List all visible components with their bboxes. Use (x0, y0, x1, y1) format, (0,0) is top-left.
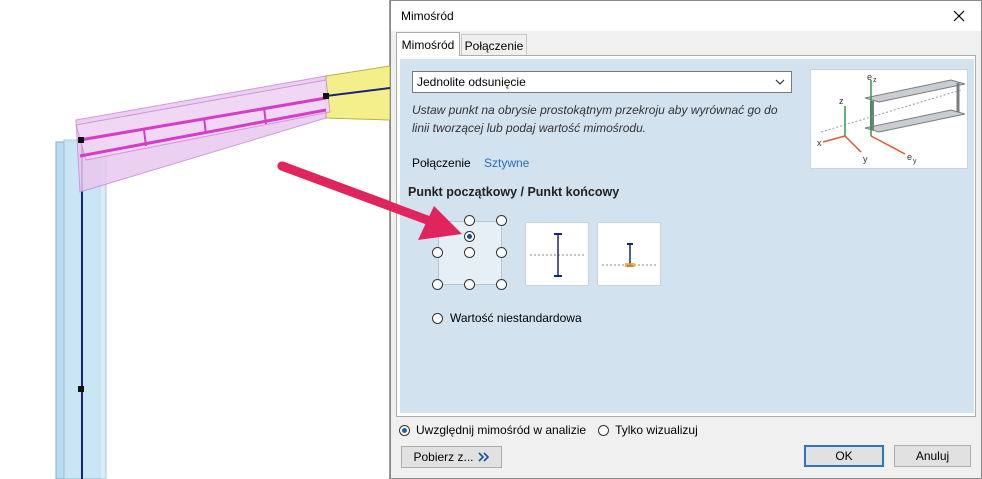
connection-label: Połączenie (412, 156, 471, 170)
tab-mimosrod[interactable]: Mimośród (396, 32, 460, 56)
preset-centroid-thumbnail[interactable] (525, 222, 589, 286)
get-from-label: Pobierz z... (413, 450, 474, 464)
hint-text: Ustaw punkt na obrysie prostokątnym prze… (412, 103, 778, 135)
section-title: Punkt początkowy / Punkt końcowy (408, 185, 620, 199)
cancel-button[interactable]: Anuluj (894, 445, 971, 467)
axis-label: z (839, 96, 844, 106)
ref-point-center[interactable] (464, 247, 475, 258)
eccentricity-illustration: x y z e z e y (810, 69, 968, 169)
offset-type-select[interactable]: Jednolite odsunięcie (412, 71, 792, 93)
double-chevron-right-icon (477, 452, 489, 462)
visualize-only-radio[interactable] (598, 424, 610, 436)
custom-value-radio[interactable] (432, 312, 443, 324)
axis-label: x (817, 138, 822, 148)
i-section-icon (530, 233, 586, 277)
ok-button[interactable]: OK (804, 445, 884, 467)
title-bar[interactable]: Mimośród (391, 1, 981, 31)
ref-point-bottom-left[interactable] (432, 279, 443, 290)
axis-label: e (867, 72, 872, 82)
ref-point-bottom-right[interactable] (496, 279, 507, 290)
close-button[interactable] (937, 1, 981, 31)
ref-point-upper-center[interactable] (464, 231, 475, 242)
tab-polaczenie[interactable]: Połączenie (461, 34, 527, 56)
axis-label: e (907, 152, 912, 162)
model-viewport[interactable] (0, 0, 390, 479)
structure-drawing (55, 65, 390, 479)
ref-point-middle-left[interactable] (432, 247, 443, 258)
dialog-title: Mimośród (401, 9, 454, 23)
beam-axes-icon: x y z e z e y (817, 72, 966, 165)
axis-label: y (863, 154, 868, 164)
ref-point-middle-right[interactable] (496, 247, 507, 258)
i-section-offset-icon (602, 243, 658, 267)
offset-type-value: Jednolite odsunięcie (417, 75, 526, 89)
axis-label: y (913, 158, 917, 165)
ref-point-top-center[interactable] (464, 215, 475, 226)
settings-panel: Jednolite odsunięcie Ustaw punkt na obry… (400, 59, 974, 413)
preset-shear-center-thumbnail[interactable] (597, 222, 661, 286)
connection-link[interactable]: Sztywne (484, 156, 529, 170)
ref-point-top-right[interactable] (496, 215, 507, 226)
close-icon (953, 10, 965, 22)
ref-point-top-left[interactable] (432, 215, 443, 226)
analysis-options: Uwzględnij mimośród w analizie Tylko wiz… (399, 423, 698, 437)
ref-point-bottom-center[interactable] (464, 279, 475, 290)
chevron-down-icon (775, 79, 785, 85)
get-from-button[interactable]: Pobierz z... (401, 446, 502, 468)
custom-value-option[interactable]: Wartość niestandardowa (432, 311, 582, 325)
visualize-only-label: Tylko wizualizuj (615, 423, 698, 437)
include-in-analysis-radio[interactable] (399, 424, 410, 436)
include-in-analysis-label: Uwzględnij mimośród w analizie (416, 423, 587, 437)
axis-label: z (873, 77, 877, 84)
eccentricity-dialog: Mimośród Mimośród Połączenie Jednolite o… (390, 0, 982, 479)
custom-value-label: Wartość niestandardowa (450, 311, 582, 325)
tab-page: Jednolite odsunięcie Ustaw punkt na obry… (396, 55, 976, 417)
